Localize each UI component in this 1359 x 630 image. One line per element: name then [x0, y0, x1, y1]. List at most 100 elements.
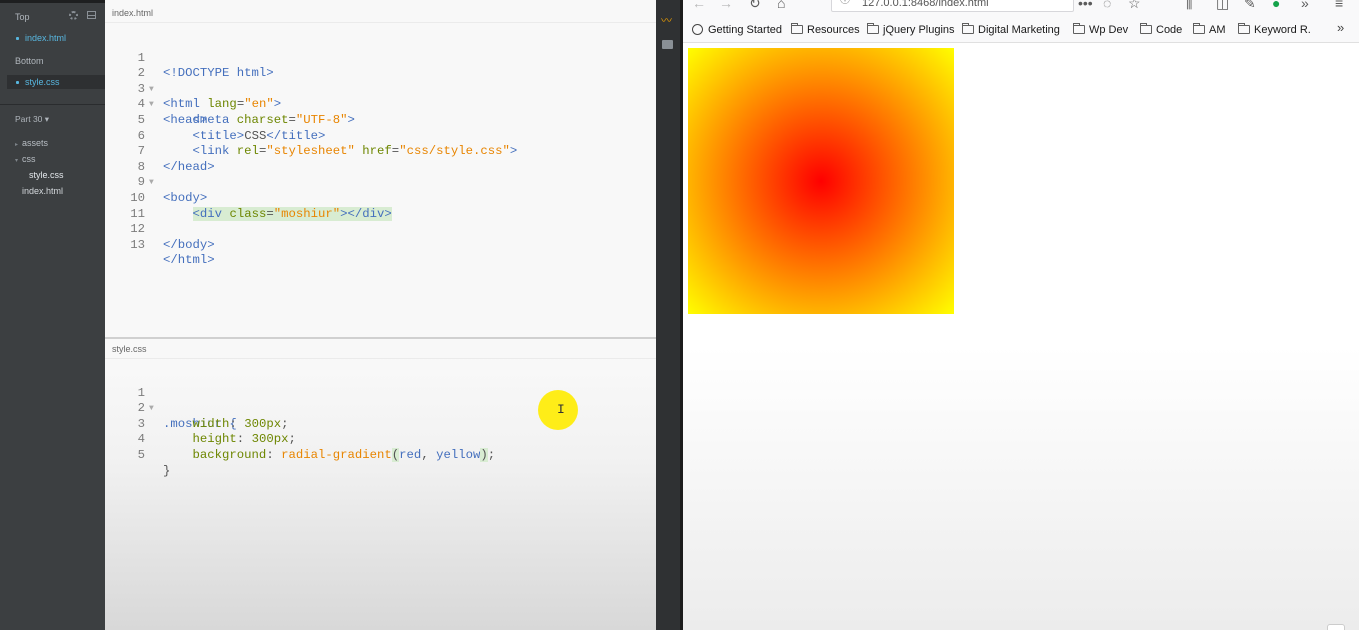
- more-icon[interactable]: •••: [1078, 0, 1093, 11]
- reload-icon[interactable]: ↻: [749, 0, 761, 12]
- bookmark-label: Digital Marketing: [978, 24, 1060, 36]
- file-sidebar: Top index.html Bottom style.css Part 30 …: [0, 0, 105, 630]
- line-number: 5: [137, 447, 145, 462]
- bookmark-label: Resources: [807, 24, 860, 36]
- working-files-top-label: Top: [15, 12, 30, 22]
- code-line: 3 ▼ <head>: [105, 66, 656, 127]
- code-line: 10 <div class="moshiur"></div>: [105, 175, 656, 221]
- folder-icon: [867, 23, 879, 34]
- browser-navbar: ← → ↻ ⌂ ⓘ 127.0.0.1:8468/index.html ••• …: [683, 0, 1359, 15]
- code-text: </html>: [163, 253, 215, 268]
- corner-tab[interactable]: [1327, 624, 1345, 630]
- bottom-editor-pane[interactable]: style.css 1 ▼ .moshiur { 2 width: 300px;…: [105, 339, 656, 630]
- bookmark-label: Wp Dev: [1089, 24, 1129, 36]
- code-text: background: radial-gradient(red, yellow)…: [163, 447, 496, 462]
- code-line: 13 </html>: [105, 222, 656, 268]
- live-preview-icon[interactable]: 〰: [661, 16, 675, 27]
- folder-icon: [962, 23, 974, 34]
- file-dot-icon: [16, 37, 19, 40]
- code-line: 11: [105, 191, 656, 221]
- top-pane-title: index.html: [105, 3, 656, 23]
- tree-file-style-css[interactable]: style.css: [29, 170, 64, 180]
- bookmarks-bar: Getting Started Resources jQuery Plugins…: [683, 15, 1359, 43]
- back-icon[interactable]: ←: [692, 0, 706, 11]
- bookmark-resources[interactable]: Resources: [791, 23, 860, 37]
- working-files-bottom-label: Bottom: [15, 56, 44, 66]
- overflow-icon[interactable]: »: [1301, 0, 1309, 11]
- code-line: 4 <meta charset="UTF-8">: [105, 82, 656, 127]
- working-file-index-html[interactable]: index.html: [7, 31, 105, 45]
- sidebar-icon[interactable]: ◫: [1216, 0, 1229, 12]
- bookmark-digital-marketing[interactable]: Digital Marketing: [962, 23, 1060, 37]
- html-code-area[interactable]: 1 <!DOCTYPE html> 2 ▼ <html lang="en"> 3…: [105, 35, 656, 268]
- split-view-icon[interactable]: [87, 11, 96, 19]
- info-icon: ⓘ: [840, 0, 850, 6]
- sidebar-top-strip: [0, 0, 105, 3]
- extension-manager-icon[interactable]: [662, 40, 673, 49]
- main-toolbar: 〰: [656, 0, 680, 630]
- code-line: 5 }: [105, 432, 656, 478]
- file-dot-icon: [16, 81, 19, 84]
- library-icon[interactable]: ⫼: [1186, 0, 1192, 12]
- tree-file-index-html[interactable]: index.html: [22, 186, 63, 196]
- globe-icon: [692, 24, 703, 35]
- pen-icon[interactable]: ✎: [1244, 0, 1256, 12]
- tree-item-label: css: [22, 154, 36, 164]
- bookmark-label: AM: [1209, 24, 1226, 36]
- browser-window: ← → ↻ ⌂ ⓘ 127.0.0.1:8468/index.html ••• …: [683, 0, 1359, 630]
- forward-icon[interactable]: →: [719, 0, 733, 11]
- gear-icon[interactable]: [69, 11, 78, 20]
- code-editor: index.html 1 <!DOCTYPE html> 2 ▼ <html l…: [105, 0, 656, 630]
- code-line: 8 ▼ <body>: [105, 144, 656, 205]
- project-dropdown[interactable]: Part 30 ▾: [15, 114, 49, 125]
- line-number: 13: [130, 237, 145, 252]
- tree-item-label: assets: [22, 138, 49, 148]
- url-bar[interactable]: ⓘ 127.0.0.1:8468/index.html: [831, 0, 1074, 12]
- tree-folder-css[interactable]: ▾ css: [15, 154, 36, 164]
- folder-icon: [1140, 23, 1152, 34]
- bookmark-wp-dev[interactable]: Wp Dev: [1073, 23, 1128, 37]
- code-line: 9: [105, 160, 656, 189]
- bookmark-keyword-r[interactable]: Keyword R.: [1238, 23, 1311, 37]
- bookmark-label: jQuery Plugins: [883, 24, 955, 36]
- working-file-label: index.html: [25, 33, 67, 43]
- home-icon[interactable]: ⌂: [777, 0, 785, 11]
- working-file-label: style.css: [25, 77, 60, 87]
- text-cursor-icon: I: [557, 402, 565, 417]
- url-text: 127.0.0.1:8468/index.html: [862, 0, 989, 9]
- bookmark-code[interactable]: Code: [1140, 23, 1182, 37]
- bookmark-am[interactable]: AM: [1193, 23, 1226, 37]
- menu-icon[interactable]: ≡: [1335, 0, 1343, 11]
- bookmark-label: Keyword R.: [1254, 24, 1311, 36]
- code-line: 5 <title>CSS</title>: [105, 97, 656, 143]
- bookmark-jquery-plugins[interactable]: jQuery Plugins: [867, 23, 955, 37]
- folder-icon: [1193, 23, 1205, 34]
- working-file-style-css[interactable]: style.css: [7, 75, 105, 89]
- code-line: 1 <!DOCTYPE html>: [105, 35, 656, 81]
- bookmark-label: Getting Started: [708, 24, 782, 36]
- chevron-down-icon: ▾: [15, 158, 19, 164]
- folder-icon: [1238, 23, 1250, 34]
- grammarly-icon[interactable]: ●: [1272, 0, 1280, 11]
- code-line: 7 </head>: [105, 129, 656, 174]
- bookmark-label: Code: [1156, 24, 1183, 36]
- code-text: }: [163, 463, 171, 478]
- folder-icon: [791, 23, 803, 34]
- code-line: 6 <link rel="stylesheet" href="css/style…: [105, 113, 656, 159]
- code-text: </body>: [163, 237, 215, 252]
- moshiur-gradient-box: [688, 48, 954, 314]
- code-line: 2 ▼ <html lang="en">: [105, 51, 656, 111]
- sidebar-divider: [0, 104, 105, 105]
- pocket-icon[interactable]: ◌: [1103, 0, 1111, 11]
- bookmark-star-icon[interactable]: ☆: [1128, 0, 1141, 12]
- bookmark-getting-started[interactable]: Getting Started: [692, 23, 782, 37]
- chevron-right-icon: ▸: [15, 142, 19, 148]
- code-line: 1 ▼ .moshiur {: [105, 370, 656, 431]
- folder-icon: [1073, 23, 1085, 34]
- bookmarks-overflow-icon[interactable]: »: [1337, 20, 1344, 35]
- tree-folder-assets[interactable]: ▸ assets: [15, 138, 48, 148]
- tree-item-label: index.html: [22, 186, 64, 196]
- bottom-pane-title: style.css: [105, 339, 656, 359]
- top-editor-pane[interactable]: index.html 1 <!DOCTYPE html> 2 ▼ <html l…: [105, 3, 656, 337]
- tree-item-label: style.css: [29, 170, 64, 180]
